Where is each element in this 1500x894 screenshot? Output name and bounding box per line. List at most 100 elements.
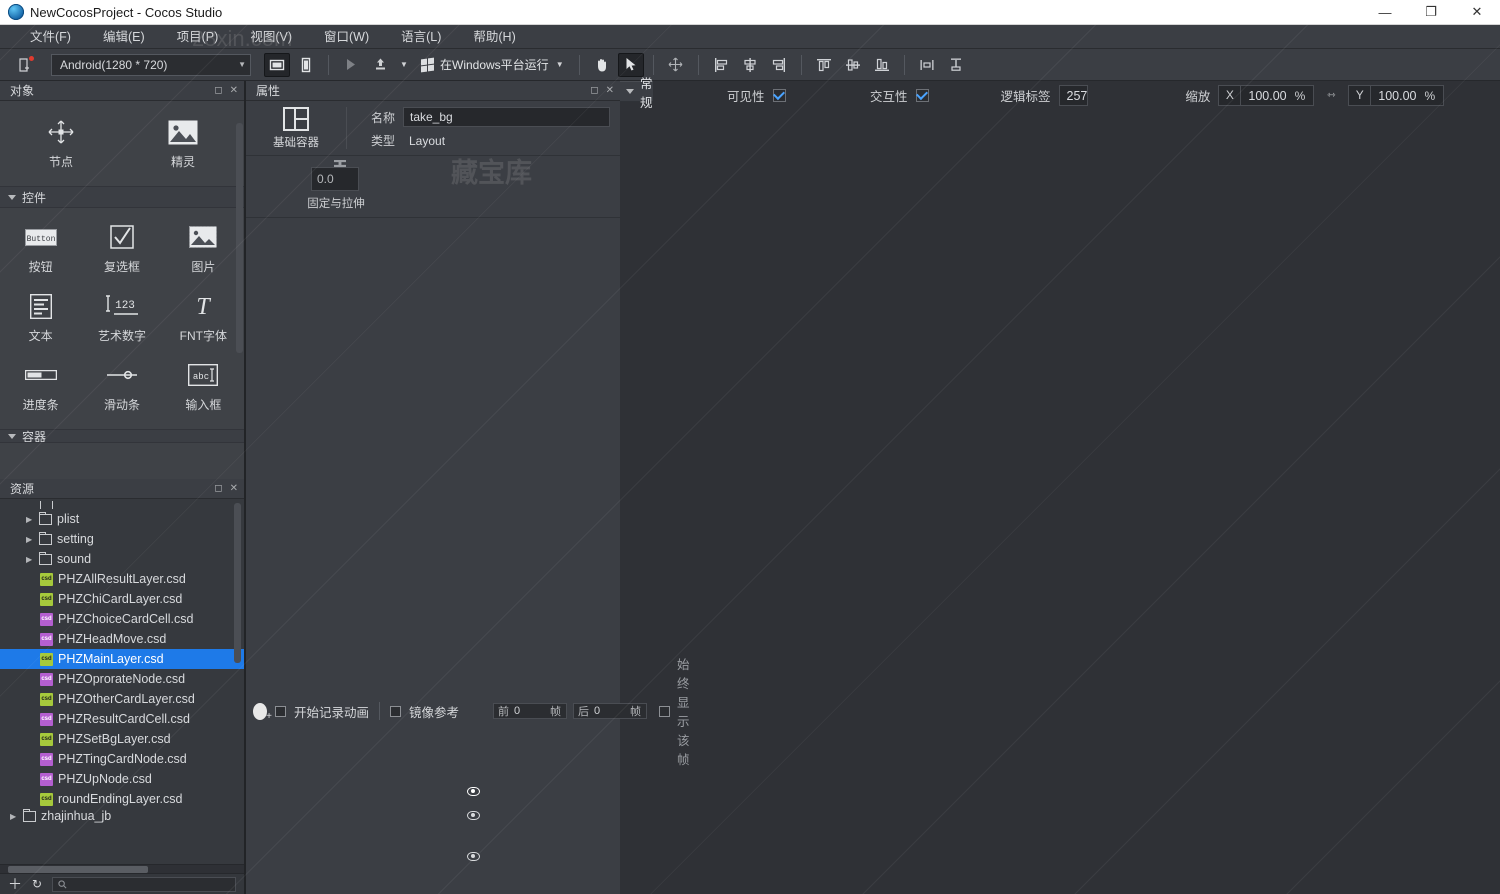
add-icon[interactable]: ＋	[8, 874, 22, 894]
distribute-horizontal-icon[interactable]	[914, 53, 940, 77]
before-frames-field[interactable]: 前 0 帧	[493, 703, 567, 719]
minimize-button[interactable]: —	[1362, 0, 1408, 25]
widget-progress-bar[interactable]: 进度条	[0, 354, 81, 423]
align-bottom-icon[interactable]	[869, 53, 895, 77]
scale-x-input[interactable]: X 100.00 %	[1218, 85, 1315, 106]
stretch-value-input[interactable]: 0.0	[311, 167, 359, 191]
menu-help[interactable]: 帮助(H)	[457, 25, 531, 49]
general-section-header[interactable]: 常规	[620, 77, 653, 110]
maximize-icon[interactable]: ◻	[590, 85, 598, 96]
name-input[interactable]: take_bg	[403, 107, 610, 127]
list-item[interactable]: csd roundEndingLayer.csd	[0, 789, 244, 809]
after-frames-field[interactable]: 后 0 帧	[573, 703, 647, 719]
resources-scrollbar[interactable]	[234, 503, 241, 663]
objects-scrollbar[interactable]	[236, 123, 243, 353]
chevron-right-icon[interactable]: ▶	[26, 535, 34, 544]
list-item[interactable]: csd PHZOprorateNode.csd	[0, 669, 244, 689]
menu-project[interactable]: 项目(P)	[161, 25, 235, 49]
record-keyframe-icon[interactable]: +	[253, 702, 272, 722]
mirror-reference-checkbox[interactable]	[390, 705, 402, 717]
resources-hscrollbar[interactable]	[0, 864, 244, 873]
run-on-windows-button[interactable]: 在Windows平台运行 ▼	[415, 53, 570, 77]
object-node[interactable]: 节点	[0, 111, 122, 180]
widget-slider[interactable]: 滑动条	[81, 354, 162, 423]
search-input[interactable]	[52, 876, 236, 892]
list-item[interactable]: ▶ plist	[0, 509, 244, 529]
widget-art-number[interactable]: 123 艺术数字	[81, 285, 162, 354]
close-icon[interactable]: ✕	[230, 483, 238, 494]
maximize-icon[interactable]: ◻	[214, 483, 222, 494]
publish-icon[interactable]	[367, 53, 393, 77]
chevron-right-icon[interactable]: ▶	[26, 515, 34, 524]
chevron-right-icon[interactable]: ▶	[10, 812, 18, 821]
list-item[interactable]: ▶ zhajinhua_jb	[0, 809, 244, 823]
maximize-button[interactable]: ❐	[1408, 0, 1454, 25]
list-item-label: plist	[57, 512, 80, 526]
select-tool-icon[interactable]	[617, 52, 644, 77]
list-item[interactable]: csd PHZResultCardCell.csd	[0, 709, 244, 729]
menu-window[interactable]: 窗口(W)	[308, 25, 385, 49]
chevron-right-icon[interactable]: ▶	[26, 555, 34, 564]
after-unit: 帧	[630, 706, 641, 718]
list-item[interactable]: csd PHZAllResultLayer.csd	[0, 569, 244, 589]
menu-language[interactable]: 语言(L)	[385, 25, 457, 49]
close-button[interactable]: ✕	[1454, 0, 1500, 25]
list-item[interactable]	[0, 501, 244, 509]
list-item[interactable]: ▶ setting	[0, 529, 244, 549]
eye-visible-icon[interactable]	[467, 810, 480, 820]
close-icon[interactable]: ✕	[606, 85, 614, 96]
align-middle-icon[interactable]	[840, 53, 866, 77]
object-sprite[interactable]: 精灵	[122, 111, 244, 180]
widgets-section-header[interactable]: 控件	[0, 186, 244, 208]
new-document-icon[interactable]	[12, 53, 38, 77]
stretch-anchor-icon[interactable]	[334, 160, 346, 167]
align-right-icon[interactable]	[766, 53, 792, 77]
resolution-combo[interactable]: Android(1280 * 720) ▼	[51, 53, 251, 76]
landscape-icon[interactable]	[264, 52, 290, 77]
publish-dropdown-icon[interactable]: ▼	[396, 53, 412, 77]
widget-image[interactable]: 图片	[163, 216, 244, 285]
eye-visible-icon[interactable]	[467, 786, 480, 796]
list-item[interactable]: csd PHZSetBgLayer.csd	[0, 729, 244, 749]
close-icon[interactable]: ✕	[230, 85, 238, 96]
record-animation-checkbox[interactable]	[275, 705, 286, 717]
container-section-header[interactable]: 容器	[0, 429, 244, 443]
widget-fnt-font[interactable]: T FNT字体	[163, 285, 244, 354]
widget-text-field[interactable]: abc 输入框	[163, 354, 244, 423]
list-item[interactable]: csd PHZUpNode.csd	[0, 769, 244, 789]
list-item[interactable]: csd PHZChiCardLayer.csd	[0, 589, 244, 609]
scale-y-input[interactable]: Y 100.00 %	[1348, 85, 1445, 106]
main-content-row: 对象 ◻ ✕ 节点 精灵 控件 Button 按钮 复选框 图片 文本 123 …	[0, 26, 1500, 894]
widget-button[interactable]: Button 按钮	[0, 216, 81, 285]
scale-label: 缩放	[1185, 90, 1211, 104]
list-item[interactable]: csd PHZOtherCardLayer.csd	[0, 689, 244, 709]
maximize-icon[interactable]: ◻	[214, 85, 222, 96]
hand-tool-icon[interactable]	[589, 53, 615, 77]
align-top-icon[interactable]	[811, 53, 837, 77]
refresh-icon[interactable]: ↻	[32, 877, 42, 891]
menu-view[interactable]: 视图(V)	[234, 25, 308, 49]
transform-icon[interactable]	[663, 53, 689, 77]
distribute-vertical-icon[interactable]	[943, 53, 969, 77]
list-item[interactable]: csd PHZChoiceCardCell.csd	[0, 609, 244, 629]
resources-tree[interactable]: ▶ plist ▶ setting ▶ sound csd PHZAllResu…	[0, 499, 244, 864]
eye-visible-icon[interactable]	[467, 851, 480, 861]
align-left-icon[interactable]	[708, 53, 734, 77]
list-item-selected[interactable]: csd PHZMainLayer.csd	[0, 649, 244, 669]
widget-checkbox-label: 复选框	[103, 260, 140, 274]
play-icon[interactable]	[338, 53, 364, 77]
menu-edit[interactable]: 编辑(E)	[87, 25, 161, 49]
widget-checkbox[interactable]: 复选框	[81, 216, 162, 285]
always-show-frame-checkbox[interactable]	[659, 705, 670, 717]
widget-text[interactable]: 文本	[0, 285, 81, 354]
align-center-horizontal-icon[interactable]	[737, 53, 763, 77]
tag-input[interactable]: 257	[1058, 85, 1089, 106]
list-item[interactable]: csd PHZTingCardNode.csd	[0, 749, 244, 769]
interactive-checkbox[interactable]	[915, 89, 929, 102]
list-item[interactable]: ▶ sound	[0, 549, 244, 569]
visible-checkbox[interactable]	[772, 89, 786, 102]
list-item[interactable]: csd PHZHeadMove.csd	[0, 629, 244, 649]
link-scale-icon[interactable]: ⇿	[1322, 90, 1340, 101]
portrait-icon[interactable]	[293, 53, 319, 77]
menu-file[interactable]: 文件(F)	[14, 25, 87, 49]
